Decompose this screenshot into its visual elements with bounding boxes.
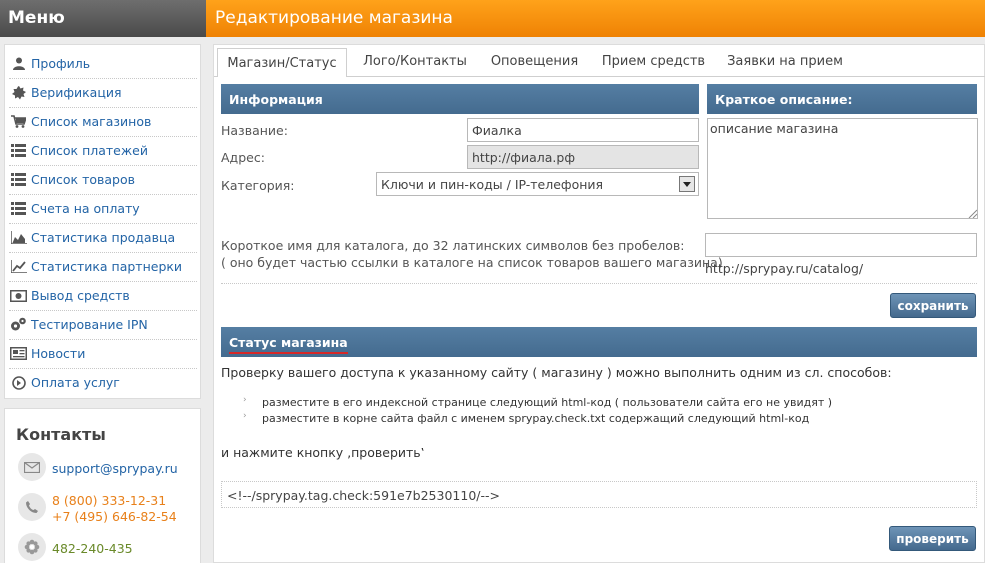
icq-number: 482-240-435 xyxy=(52,541,133,556)
check-button[interactable]: проверить xyxy=(889,526,976,551)
sidebar-item-profile[interactable]: Профиль xyxy=(5,49,202,78)
tab-notifications[interactable]: Оповещения xyxy=(483,47,586,76)
arrow-circle-icon xyxy=(10,375,27,390)
sidebar-item-label: Тестирование IPN xyxy=(31,317,148,332)
cart-icon xyxy=(10,115,27,129)
area-chart-icon xyxy=(10,231,27,245)
address-label: Адрес: xyxy=(221,150,265,165)
sidebar-item-label: Счета на оплату xyxy=(31,201,140,216)
money-icon xyxy=(10,289,27,303)
sidebar-item-payments[interactable]: Список платежей xyxy=(5,136,202,165)
sidebar-item-withdraw[interactable]: Вывод средств xyxy=(5,281,202,310)
phone-icon xyxy=(18,493,46,521)
shop-status-header: Статус магазина xyxy=(221,327,977,357)
tab-receive-requests[interactable]: Заявки на прием xyxy=(720,47,850,76)
sidebar-item-label: Статистика продавца xyxy=(31,230,176,245)
catalog-name-input[interactable] xyxy=(705,233,977,257)
resize-handle-icon[interactable] xyxy=(968,209,977,218)
save-button[interactable]: сохранить xyxy=(890,293,976,318)
catalog-name-hint: ( оно будет частью ссылки в каталоге на … xyxy=(221,255,723,270)
tab-logo-contacts[interactable]: Лого/Контакты xyxy=(355,47,475,76)
icq-flower-icon xyxy=(18,533,46,561)
phone-number-2: +7 (495) 646-82-54 xyxy=(52,509,177,524)
support-email-link[interactable]: support@sprypay.ru xyxy=(52,461,178,476)
sidebar-menu: Профиль Верификация Список магазинов Спи… xyxy=(4,44,201,399)
category-selected-value: Ключи и пин-коды / IP-телефония xyxy=(381,177,604,192)
list-icon xyxy=(10,202,27,216)
sidebar-item-invoices[interactable]: Счета на оплату xyxy=(5,194,202,223)
name-label: Название: xyxy=(221,123,288,138)
menu-header: Меню xyxy=(0,0,206,37)
bullet-icon: › xyxy=(243,395,247,405)
sidebar-item-seller-stats[interactable]: Статистика продавца xyxy=(5,223,202,252)
email-icon xyxy=(18,453,46,481)
sidebar-item-label: Вывод средств xyxy=(31,288,130,303)
address-input: http://фиала.рф xyxy=(467,145,699,169)
sidebar-item-verification[interactable]: Верификация xyxy=(5,78,202,107)
gear-badge-icon xyxy=(10,85,27,100)
sidebar-item-label: Список платежей xyxy=(31,143,148,158)
page-title: Редактирование магазина xyxy=(206,0,985,37)
sidebar-item-label: Новости xyxy=(31,346,86,361)
dropdown-arrow-icon[interactable] xyxy=(679,176,695,192)
catalog-url-prefix: http://sprypay.ru/catalog/ xyxy=(705,261,864,276)
sidebar-item-partner-stats[interactable]: Статистика партнерки xyxy=(5,252,202,281)
newspaper-icon xyxy=(10,347,27,361)
category-label: Категория: xyxy=(221,178,295,193)
sidebar-item-products[interactable]: Список товаров xyxy=(5,165,202,194)
name-input[interactable]: Фиалка xyxy=(467,118,699,142)
user-icon xyxy=(10,57,27,71)
category-select[interactable]: Ключи и пин-коды / IP-телефония xyxy=(376,172,699,196)
sidebar-item-label: Оплата услуг xyxy=(31,375,120,390)
sidebar-item-label: Профиль xyxy=(31,56,91,71)
status-intro: Проверку вашего доступа к указанному сай… xyxy=(221,365,892,380)
verification-code-box: <!--/sprypay.tag.check:591e7b2530110/--> xyxy=(221,481,977,508)
press-check-text: и нажмите кнопку ‚проверить‛ xyxy=(221,445,425,460)
sidebar-item-services-payment[interactable]: Оплата услуг xyxy=(5,368,202,397)
short-description-textarea[interactable]: описание магазина xyxy=(707,118,978,219)
sidebar-item-ipn-test[interactable]: Тестирование IPN xyxy=(5,310,202,339)
sidebar-item-label: Верификация xyxy=(31,85,122,100)
line-chart-icon xyxy=(10,260,27,274)
phone-number-1: 8 (800) 333-12-31 xyxy=(52,493,167,508)
tab-payment-receiving[interactable]: Прием средств xyxy=(596,47,711,76)
info-header: Информация xyxy=(221,84,699,114)
sidebar-item-news[interactable]: Новости xyxy=(5,339,202,368)
bullet-icon: › xyxy=(243,411,247,421)
sidebar-item-label: Список товаров xyxy=(31,172,135,187)
short-description-header: Краткое описание: xyxy=(707,84,977,114)
option-2-text: разместите в корне сайта файл с именем s… xyxy=(262,412,810,425)
contacts-title: Контакты xyxy=(16,425,106,444)
sidebar-item-label: Список магазинов xyxy=(31,114,152,129)
tab-shop-status[interactable]: Магазин/Статус xyxy=(217,48,347,77)
contacts-panel: Контакты support@sprypay.ru 8 (800) 333-… xyxy=(4,408,201,563)
list-icon xyxy=(10,144,27,158)
gears-icon xyxy=(10,317,27,332)
option-1-text: разместите в его индексной странице след… xyxy=(262,396,833,409)
catalog-name-label: Короткое имя для каталога, до 32 латинск… xyxy=(221,238,685,253)
sidebar-item-label: Статистика партнерки xyxy=(31,259,183,274)
sidebar-item-shops[interactable]: Список магазинов xyxy=(5,107,202,136)
list-icon xyxy=(10,173,27,187)
shop-status-title: Статус магазина xyxy=(229,335,348,354)
